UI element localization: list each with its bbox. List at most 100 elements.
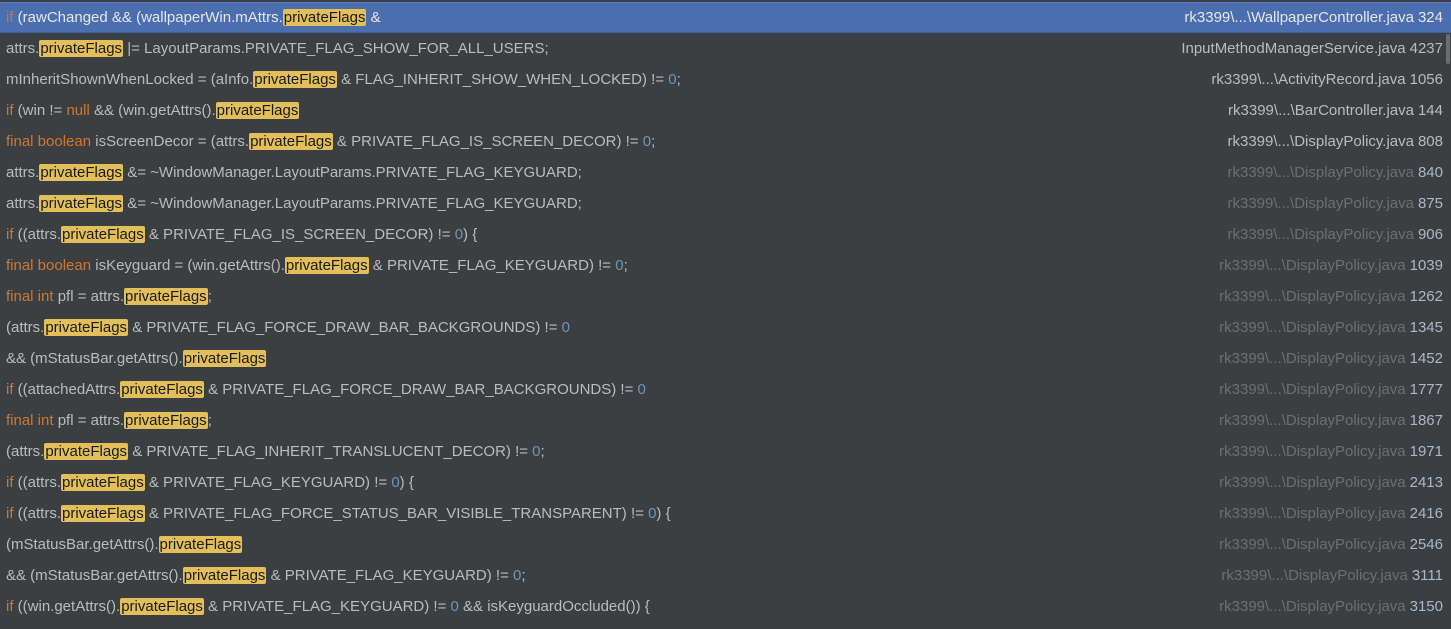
match-highlight: privateFlags <box>44 319 129 336</box>
match-highlight: privateFlags <box>282 9 367 26</box>
keyword-token: if <box>6 474 18 491</box>
result-code-snippet: attrs.privateFlags |= LayoutParams.PRIVA… <box>6 33 549 64</box>
line-number: 906 <box>1417 226 1443 243</box>
file-path: InputMethodManagerService.java <box>1181 40 1406 57</box>
code-token: & PRIVATE_FLAG_KEYGUARD) != <box>203 598 451 615</box>
code-token: && isKeyguardOccluded()) { <box>458 598 650 615</box>
match-highlight: privateFlags <box>158 536 243 553</box>
code-token: & PRIVATE_FLAG_FORCE_DRAW_BAR_BACKGROUND… <box>203 381 638 398</box>
code-token: isScreenDecor = (attrs. <box>95 133 250 150</box>
keyword-token: if <box>6 381 18 398</box>
result-row[interactable]: final boolean isScreenDecor = (attrs.pri… <box>0 126 1451 157</box>
match-highlight: privateFlags <box>39 40 124 57</box>
code-token: (mStatusBar.getAttrs(). <box>6 536 159 553</box>
result-row[interactable]: final int pfl = attrs.privateFlags; rk339… <box>0 405 1451 436</box>
number-token: 0 <box>454 226 464 243</box>
code-token: ; <box>540 443 545 460</box>
vertical-scrollbar[interactable] <box>1445 0 1451 629</box>
code-token: pfl = attrs. <box>57 412 124 429</box>
result-code-snippet: if ((win.getAttrs().privateFlags & PRIVA… <box>6 591 650 622</box>
result-row[interactable]: if (win != null && (win.getAttrs().priva… <box>0 95 1451 126</box>
file-path: rk3399\...\DisplayPolicy.java <box>1219 443 1406 460</box>
file-path: rk3399\...\DisplayPolicy.java <box>1219 288 1406 305</box>
file-path: rk3399\...\DisplayPolicy.java <box>1219 350 1406 367</box>
code-token: &= ~WindowManager.LayoutParams.PRIVATE_F… <box>123 195 582 212</box>
result-code-snippet: if ((attachedAttrs.privateFlags & PRIVAT… <box>6 374 646 405</box>
result-row[interactable]: final int pfl = attrs.privateFlags; rk339… <box>0 281 1451 312</box>
result-row[interactable]: if ((attachedAttrs.privateFlags & PRIVAT… <box>0 374 1451 405</box>
result-code-snippet: if (rawChanged && (wallpaperWin.mAttrs.p… <box>6 3 381 32</box>
result-location: rk3399\...\DisplayPolicy.java 906 <box>1228 219 1444 250</box>
keyword-token: if <box>6 598 18 615</box>
result-location: rk3399\...\DisplayPolicy.java 1345 <box>1219 312 1443 343</box>
result-code-snippet: && (mStatusBar.getAttrs().privateFlags &… <box>6 560 526 591</box>
code-token: && (win.getAttrs(). <box>89 102 216 119</box>
code-token: && (mStatusBar.getAttrs(). <box>6 567 183 584</box>
code-token: ) { <box>463 226 478 243</box>
result-location: rk3399\...\DisplayPolicy.java 3111 <box>1221 560 1443 591</box>
result-code-snippet: mInheritShownWhenLocked = (aInfo.private… <box>6 64 681 95</box>
result-row[interactable]: if (rawChanged && (wallpaperWin.mAttrs.p… <box>0 2 1451 33</box>
result-location: rk3399\...\DisplayPolicy.java 1971 <box>1219 436 1443 467</box>
result-row[interactable]: attrs.privateFlags |= LayoutParams.PRIVA… <box>0 33 1451 64</box>
result-row[interactable]: final boolean isKeyguard = (win.getAttrs… <box>0 250 1451 281</box>
number-token: 0 <box>450 598 459 615</box>
code-token: & PRIVATE_FLAG_IS_SCREEN_DECOR) != <box>332 133 643 150</box>
code-token: & PRIVATE_FLAG_KEYGUARD) != <box>144 474 392 491</box>
result-row[interactable]: mInheritShownWhenLocked = (aInfo.private… <box>0 64 1451 95</box>
result-row[interactable]: (attrs.privateFlags & PRIVATE_FLAG_FORCE… <box>0 312 1451 343</box>
result-row[interactable]: if ((win.getAttrs().privateFlags & PRIVA… <box>0 591 1451 622</box>
code-token: & FLAG_INHERIT_SHOW_WHEN_LOCKED) != <box>336 71 669 88</box>
match-highlight: privateFlags <box>61 226 145 243</box>
line-number: 875 <box>1417 195 1443 212</box>
result-code-snippet: attrs.privateFlags &= ~WindowManager.Lay… <box>6 188 582 219</box>
line-number: 1056 <box>1409 71 1443 88</box>
result-code-snippet: attrs.privateFlags &= ~WindowManager.Lay… <box>6 157 582 188</box>
line-number: 2416 <box>1409 505 1443 522</box>
number-token: 0 <box>391 474 400 491</box>
line-number: 3111 <box>1411 567 1443 584</box>
match-highlight: privateFlags <box>123 288 208 305</box>
result-code-snippet: (attrs.privateFlags & PRIVATE_FLAG_INHER… <box>6 436 545 467</box>
result-location: rk3399\...\DisplayPolicy.java 1039 <box>1219 250 1443 281</box>
result-row[interactable]: if ((attrs.privateFlags & PRIVATE_FLAG_F… <box>0 498 1451 529</box>
match-highlight: privateFlags <box>39 195 124 212</box>
match-highlight: privateFlags <box>61 474 145 491</box>
match-highlight: privateFlags <box>284 257 369 274</box>
file-path: rk3399\...\DisplayPolicy.java <box>1219 412 1406 429</box>
keyword-token: if <box>6 102 18 119</box>
number-token: 0 <box>615 257 624 274</box>
result-row[interactable]: if ((attrs.privateFlags & PRIVATE_FLAG_I… <box>0 219 1451 250</box>
result-row[interactable]: (attrs.privateFlags & PRIVATE_FLAG_INHER… <box>0 436 1451 467</box>
file-path: rk3399\...\DisplayPolicy.java <box>1219 536 1406 553</box>
line-number: 3150 <box>1409 598 1443 615</box>
code-token: & PRIVATE_FLAG_KEYGUARD) != <box>266 567 514 584</box>
result-row[interactable]: attrs.privateFlags &= ~WindowManager.Lay… <box>0 157 1451 188</box>
match-highlight: privateFlags <box>39 164 124 181</box>
scrollbar-thumb[interactable] <box>1446 34 1450 64</box>
code-token: mInheritShownWhenLocked = (aInfo. <box>6 71 254 88</box>
result-row[interactable]: && (mStatusBar.getAttrs().privateFlags rk… <box>0 343 1451 374</box>
result-row[interactable]: attrs.privateFlags &= ~WindowManager.Lay… <box>0 188 1451 219</box>
result-row[interactable]: (mStatusBar.getAttrs().privateFlags rk339… <box>0 529 1451 560</box>
result-location: rk3399\...\DisplayPolicy.java 1452 <box>1219 343 1443 374</box>
number-token: 0 <box>642 133 652 150</box>
result-code-snippet: if ((attrs.privateFlags & PRIVATE_FLAG_I… <box>6 219 477 250</box>
result-row[interactable]: && (mStatusBar.getAttrs().privateFlags &… <box>0 560 1451 591</box>
line-number: 144 <box>1417 102 1443 119</box>
line-number: 808 <box>1417 133 1443 150</box>
code-token: ; <box>207 412 212 429</box>
result-location: rk3399\...\DisplayPolicy.java 875 <box>1228 188 1444 219</box>
line-number: 1452 <box>1409 350 1443 367</box>
result-code-snippet: final int pfl = attrs.privateFlags; <box>6 281 212 312</box>
result-row[interactable]: if ((attrs.privateFlags & PRIVATE_FLAG_K… <box>0 467 1451 498</box>
file-path: rk3399\...\DisplayPolicy.java <box>1221 567 1408 584</box>
file-path: rk3399\...\BarController.java <box>1228 102 1414 119</box>
code-token: attrs. <box>6 40 40 57</box>
result-code-snippet: final boolean isScreenDecor = (attrs.pri… <box>6 126 655 157</box>
line-number: 2413 <box>1409 474 1443 491</box>
file-path: rk3399\...\DisplayPolicy.java <box>1227 133 1414 150</box>
file-path: rk3399\...\DisplayPolicy.java <box>1219 598 1406 615</box>
line-number: 1345 <box>1409 319 1443 336</box>
keyword-token: final boolean <box>6 133 96 150</box>
